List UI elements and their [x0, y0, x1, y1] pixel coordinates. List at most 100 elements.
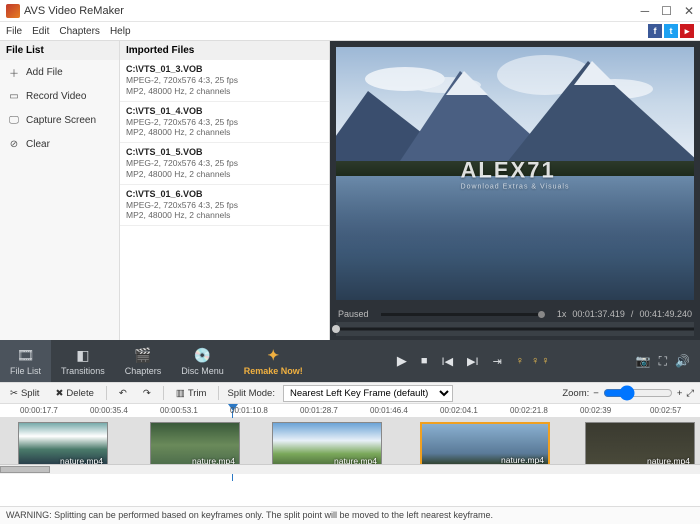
tab-disc-menu[interactable]: 💿Disc Menu	[171, 340, 234, 382]
facebook-icon[interactable]: f	[648, 24, 662, 38]
youtube-icon[interactable]: ▸	[680, 24, 694, 38]
file-audio-info: MP2, 48000 Hz, 2 channels	[126, 86, 323, 97]
monitor-icon: 🖵	[8, 114, 20, 126]
snapshot-button[interactable]: 📷	[636, 354, 651, 368]
imported-file-item[interactable]: C:\VTS_01_5.VOBMPEG-2, 720x576 4:3, 25 f…	[120, 143, 329, 185]
ruler-tick: 00:02:04.1	[440, 406, 478, 415]
close-button[interactable]: ✕	[684, 4, 694, 18]
timeline[interactable]: nature.mp4 nature.mp4 nature.mp4 nature.mp4…	[0, 418, 700, 474]
zoom-fit-button[interactable]: ⤢	[686, 388, 694, 399]
zoom-out-button[interactable]: −	[593, 388, 599, 399]
tab-file-list[interactable]: 🎞File List	[0, 340, 51, 382]
tab-chapters[interactable]: 🎬Chapters	[115, 340, 172, 382]
imported-files-panel: Imported Files C:\VTS_01_3.VOBMPEG-2, 72…	[120, 41, 330, 340]
file-video-info: MPEG-2, 720x576 4:3, 25 fps	[126, 158, 323, 169]
file-video-info: MPEG-2, 720x576 4:3, 25 fps	[126, 75, 323, 86]
twitter-icon[interactable]: t	[664, 24, 678, 38]
file-name: C:\VTS_01_4.VOB	[126, 106, 323, 117]
file-audio-info: MP2, 48000 Hz, 2 channels	[126, 210, 323, 221]
timeline-scrollbar[interactable]	[0, 464, 700, 474]
menu-chapters[interactable]: Chapters	[59, 26, 100, 37]
ruler-tick: 00:00:35.4	[90, 406, 128, 415]
zoom-slider[interactable]	[603, 385, 673, 401]
keyframe-markers-icon[interactable]: ♀ ♀♀	[516, 355, 552, 367]
capture-screen-button[interactable]: 🖵Capture Screen	[0, 108, 119, 132]
file-name: C:\VTS_01_5.VOB	[126, 147, 323, 158]
imported-files-header: Imported Files	[120, 41, 329, 60]
record-video-button[interactable]: ▭Record Video	[0, 84, 119, 108]
timeline-toolbar: ✂Split ✖Delete ↶ ↷ ▥Trim Split Mode: Nea…	[0, 382, 700, 404]
file-video-info: MPEG-2, 720x576 4:3, 25 fps	[126, 200, 323, 211]
split-button[interactable]: ✂Split	[6, 386, 43, 401]
imported-file-item[interactable]: C:\VTS_01_3.VOBMPEG-2, 720x576 4:3, 25 f…	[120, 60, 329, 102]
timeline-clip[interactable]: nature.mp4	[150, 422, 240, 468]
stop-button[interactable]: ■	[421, 355, 428, 367]
file-name: C:\VTS_01_6.VOB	[126, 189, 323, 200]
seek-bar[interactable]	[336, 322, 694, 336]
zoom-in-button[interactable]: +	[677, 388, 683, 399]
delete-icon: ✖	[55, 388, 63, 399]
redo-icon: ↷	[143, 388, 151, 399]
file-name: C:\VTS_01_3.VOB	[126, 64, 323, 75]
preview-panel: ALEX71Download Extras & Visuals Paused 1…	[330, 41, 700, 340]
playback-position: 00:01:37.419	[572, 309, 625, 319]
menu-edit[interactable]: Edit	[32, 26, 49, 37]
zoom-label: Zoom:	[562, 388, 589, 399]
add-file-button[interactable]: ＋Add File	[0, 60, 119, 84]
ruler-tick: 00:00:17.7	[20, 406, 58, 415]
watermark: ALEX71Download Extras & Visuals	[461, 157, 570, 190]
cross-icon: ⊘	[8, 138, 20, 150]
timeline-ruler[interactable]: 00:00:17.700:00:35.400:00:53.100:01:10.8…	[0, 404, 700, 418]
file-list-sidebar: File List ＋Add File ▭Record Video 🖵Captu…	[0, 41, 120, 340]
scissors-icon: ✂	[10, 388, 18, 399]
undo-icon: ↶	[119, 388, 127, 399]
timeline-clip[interactable]: nature.mp4	[18, 422, 108, 468]
imported-file-item[interactable]: C:\VTS_01_6.VOBMPEG-2, 720x576 4:3, 25 f…	[120, 185, 329, 227]
menu-bar: File Edit Chapters Help f t ▸	[0, 22, 700, 40]
menu-help[interactable]: Help	[110, 26, 131, 37]
playback-state: Paused	[338, 309, 369, 319]
prev-frame-button[interactable]: I◀	[442, 355, 454, 368]
transitions-icon: ◧	[76, 347, 89, 364]
speed-slider[interactable]	[381, 313, 545, 316]
file-audio-info: MP2, 48000 Hz, 2 channels	[126, 127, 323, 138]
volume-button[interactable]: 🔊	[675, 354, 690, 368]
next-frame-button[interactable]: ▶I	[467, 355, 479, 368]
minimize-button[interactable]: ─	[641, 4, 650, 18]
timeline-clip[interactable]: nature.mp4	[272, 422, 382, 468]
action-bar: 🎞File List ◧Transitions 🎬Chapters 💿Disc …	[0, 340, 700, 382]
play-button[interactable]: ▶	[397, 353, 407, 369]
ruler-tick: 00:02:57	[650, 406, 681, 415]
undo-button[interactable]: ↶	[115, 386, 131, 401]
file-video-info: MPEG-2, 720x576 4:3, 25 fps	[126, 117, 323, 128]
tab-transitions[interactable]: ◧Transitions	[51, 340, 115, 382]
preview-canvas[interactable]: ALEX71Download Extras & Visuals	[336, 47, 694, 300]
timeline-clip[interactable]: nature.mp4	[420, 422, 550, 468]
remake-now-button[interactable]: ✦Remake Now!	[234, 340, 313, 382]
menu-file[interactable]: File	[6, 26, 22, 37]
filmstrip-icon: 🎞	[17, 347, 35, 364]
star-icon: ✦	[267, 347, 279, 364]
trim-button[interactable]: ▥Trim	[172, 386, 211, 401]
ruler-tick: 00:02:21.8	[510, 406, 548, 415]
fullscreen-button[interactable]: ⛶	[659, 354, 667, 369]
app-icon	[6, 4, 20, 18]
ruler-tick: 00:02:39	[580, 406, 611, 415]
split-mode-label: Split Mode:	[227, 388, 275, 399]
chapters-icon: 🎬	[134, 347, 151, 364]
maximize-button[interactable]: ☐	[661, 4, 672, 18]
plus-icon: ＋	[8, 66, 20, 78]
redo-button[interactable]: ↷	[139, 386, 155, 401]
title-bar: AVS Video ReMaker ─ ☐ ✕	[0, 0, 700, 22]
file-list-header: File List	[0, 41, 119, 60]
step-button[interactable]: ⇥	[493, 355, 502, 368]
ruler-tick: 00:01:46.4	[370, 406, 408, 415]
split-mode-select[interactable]: Nearest Left Key Frame (default)	[283, 385, 453, 402]
timeline-clip[interactable]: nature.mp4	[585, 422, 695, 468]
file-audio-info: MP2, 48000 Hz, 2 channels	[126, 169, 323, 180]
delete-button[interactable]: ✖Delete	[51, 386, 97, 401]
imported-file-item[interactable]: C:\VTS_01_4.VOBMPEG-2, 720x576 4:3, 25 f…	[120, 102, 329, 144]
clear-button[interactable]: ⊘Clear	[0, 132, 119, 156]
disc-icon: 💿	[194, 347, 211, 364]
ruler-tick: 00:01:28.7	[300, 406, 338, 415]
